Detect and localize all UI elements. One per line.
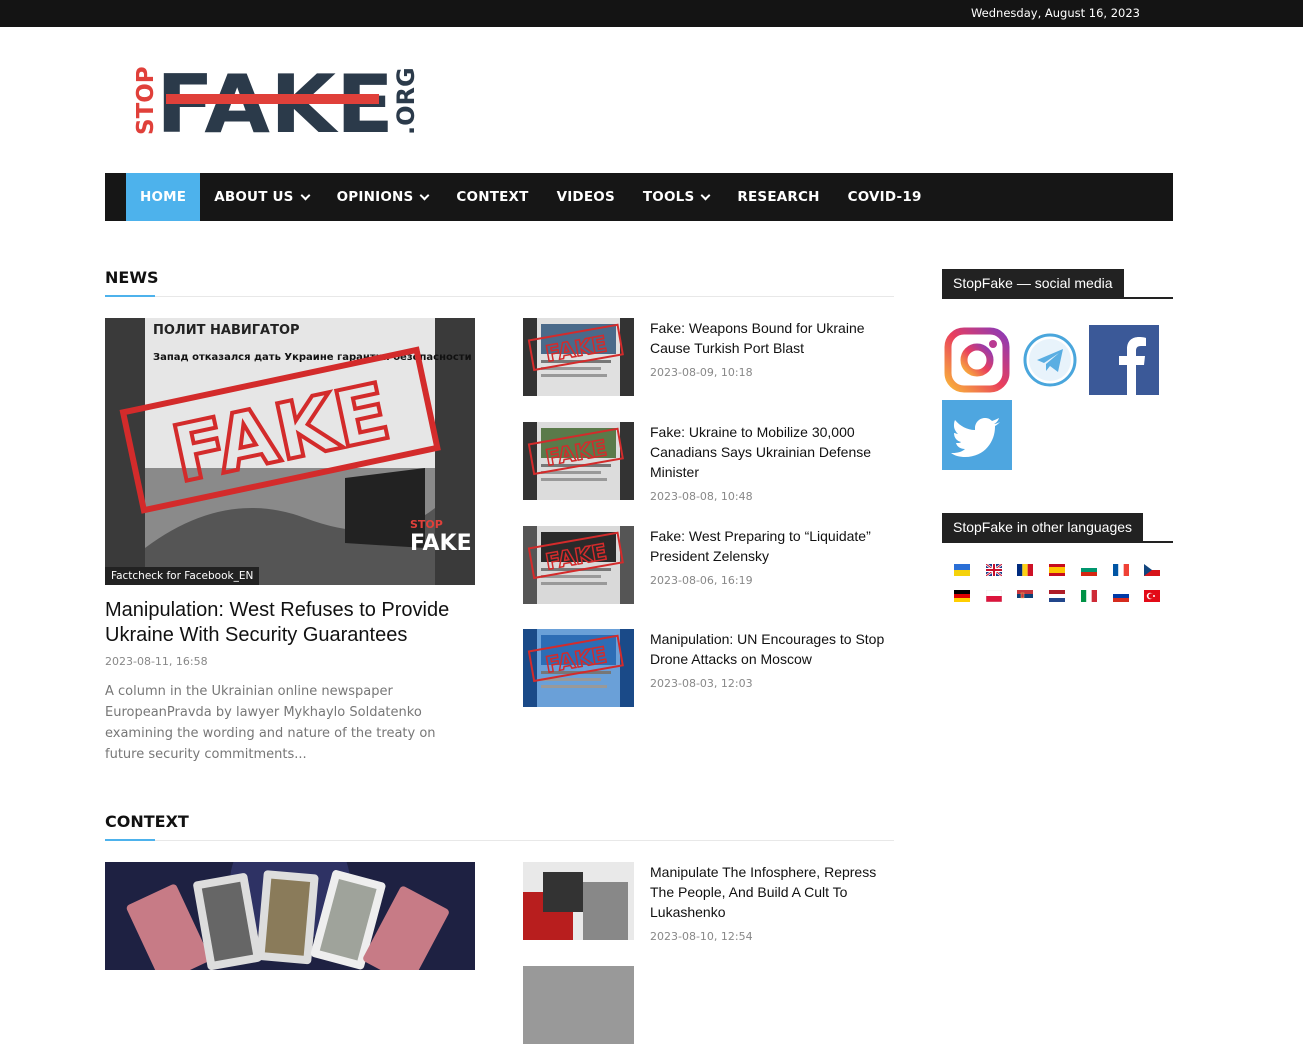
featured-date: 2023-08-11, 16:58 bbox=[105, 655, 208, 668]
flag-bulgaria-icon[interactable] bbox=[1080, 563, 1097, 576]
chevron-down-icon bbox=[419, 190, 430, 201]
featured-image-watermark-stop: STOP bbox=[410, 518, 443, 531]
telegram-icon[interactable] bbox=[1015, 325, 1085, 395]
flag-ukraine-icon[interactable] bbox=[954, 563, 970, 576]
twitter-icon[interactable] bbox=[942, 400, 1012, 470]
languages-widget-header: StopFake in other languages bbox=[942, 513, 1173, 543]
chevron-down-icon bbox=[300, 190, 311, 201]
news-item-date: 2023-08-03, 12:03 bbox=[650, 677, 753, 690]
current-date: Wednesday, August 16, 2023 bbox=[970, 6, 1140, 20]
nav-item-label: TOOLS bbox=[642, 189, 695, 205]
context-section-title: CONTEXT bbox=[105, 812, 189, 831]
news-item-date: 2023-08-09, 10:18 bbox=[650, 366, 753, 379]
nav-item-label: VIDEOS bbox=[556, 189, 615, 205]
context-item-title[interactable]: Manipulate The Infosphere, Repress The P… bbox=[650, 862, 890, 922]
news-divider bbox=[105, 296, 894, 297]
nav-item-videos[interactable]: VIDEOS bbox=[543, 173, 629, 221]
context-item-thumbnail[interactable] bbox=[523, 966, 634, 1044]
news-item-title[interactable]: Fake: Ukraine to Mobilize 30,000 Canadia… bbox=[650, 422, 890, 482]
featured-image-site: ПОЛИТ НАВИГАТОР bbox=[153, 323, 300, 338]
flag-poland-icon[interactable] bbox=[985, 589, 1002, 603]
news-item-date: 2023-08-06, 16:19 bbox=[650, 574, 753, 587]
facebook-icon[interactable] bbox=[1089, 325, 1159, 395]
news-item-title[interactable]: Fake: Weapons Bound for Ukraine Cause Tu… bbox=[650, 318, 890, 358]
featured-title[interactable]: Manipulation: West Refuses to Provide Uk… bbox=[105, 598, 485, 648]
flag-united-kingdom-icon[interactable] bbox=[984, 563, 1003, 577]
featured-image[interactable]: ПОЛИТ НАВИГАТОР Запад отказался дать Укр… bbox=[105, 318, 475, 585]
news-item-title[interactable]: Manipulation: UN Encourages to Stop Dron… bbox=[650, 629, 890, 669]
nav-item-label: CONTEXT bbox=[456, 189, 529, 205]
featured-image-watermark-fake: FAKE bbox=[410, 531, 472, 556]
news-section-title: NEWS bbox=[105, 268, 159, 287]
main-nav: HOME ABOUT US OPINIONS CONTEXT VIDEOS TOOLS RE… bbox=[105, 173, 1173, 221]
flag-serbia-icon[interactable] bbox=[1017, 589, 1034, 602]
news-item-thumbnail[interactable]: FAKE bbox=[523, 629, 634, 707]
featured-excerpt: A column in the Ukrainian online newspap… bbox=[105, 684, 436, 762]
flag-spain-icon[interactable] bbox=[1049, 563, 1066, 576]
logo-org: .ORG bbox=[392, 67, 420, 135]
flag-france-icon[interactable] bbox=[1112, 563, 1129, 576]
nav-item-label: HOME bbox=[140, 189, 187, 205]
instagram-icon[interactable] bbox=[942, 325, 1012, 395]
nav-item-tools[interactable]: TOOLS bbox=[629, 173, 724, 221]
news-item-thumbnail[interactable]: FAKE bbox=[523, 318, 634, 396]
news-title-underline bbox=[105, 295, 155, 297]
news-item-date: 2023-08-08, 10:48 bbox=[650, 490, 753, 503]
flag-romania-icon[interactable] bbox=[1017, 563, 1034, 576]
featured-image-headline: Запад отказался дать Украине гарантии бе… bbox=[153, 351, 472, 363]
featured-category-badge[interactable]: Factcheck for Facebook_EN bbox=[105, 567, 260, 585]
flag-netherlands-icon[interactable] bbox=[1049, 589, 1066, 602]
flag-czech-icon[interactable] bbox=[1144, 563, 1161, 576]
news-item-thumbnail[interactable]: FAKE bbox=[523, 422, 634, 500]
nav-item-label: RESEARCH bbox=[737, 189, 820, 205]
top-bar: Wednesday, August 16, 2023 bbox=[0, 0, 1303, 27]
nav-item-label: COVID-19 bbox=[847, 189, 922, 205]
news-item-thumbnail[interactable]: FAKE bbox=[523, 526, 634, 604]
context-title-underline bbox=[105, 839, 155, 841]
flag-russia-icon[interactable] bbox=[1112, 589, 1129, 602]
chevron-down-icon bbox=[700, 190, 711, 201]
social-widget-header: StopFake — social media bbox=[942, 269, 1173, 299]
news-item-title[interactable]: Fake: West Preparing to “Liquidate” Pres… bbox=[650, 526, 890, 566]
nav-item-home[interactable]: HOME bbox=[126, 173, 201, 221]
context-divider bbox=[105, 840, 894, 841]
context-featured-image[interactable] bbox=[105, 862, 475, 970]
nav-item-opinions[interactable]: OPINIONS bbox=[323, 173, 443, 221]
nav-item-about-us[interactable]: ABOUT US bbox=[200, 173, 322, 221]
site-logo[interactable]: STOP FAKE .ORG bbox=[130, 58, 420, 151]
languages-widget-title: StopFake in other languages bbox=[942, 513, 1144, 541]
nav-item-research[interactable]: RESEARCH bbox=[723, 173, 833, 221]
context-item-thumbnail[interactable] bbox=[523, 862, 634, 940]
nav-item-label: OPINIONS bbox=[336, 189, 414, 205]
nav-item-covid-19[interactable]: COVID-19 bbox=[834, 173, 936, 221]
social-widget-title: StopFake — social media bbox=[942, 269, 1124, 297]
nav-item-context[interactable]: CONTEXT bbox=[442, 173, 542, 221]
context-item-date: 2023-08-10, 12:54 bbox=[650, 930, 753, 943]
flag-germany-icon[interactable] bbox=[954, 589, 970, 602]
nav-item-label: ABOUT US bbox=[214, 189, 294, 205]
flag-turkey-icon[interactable] bbox=[1144, 589, 1161, 602]
flag-italy-icon[interactable] bbox=[1080, 589, 1097, 602]
